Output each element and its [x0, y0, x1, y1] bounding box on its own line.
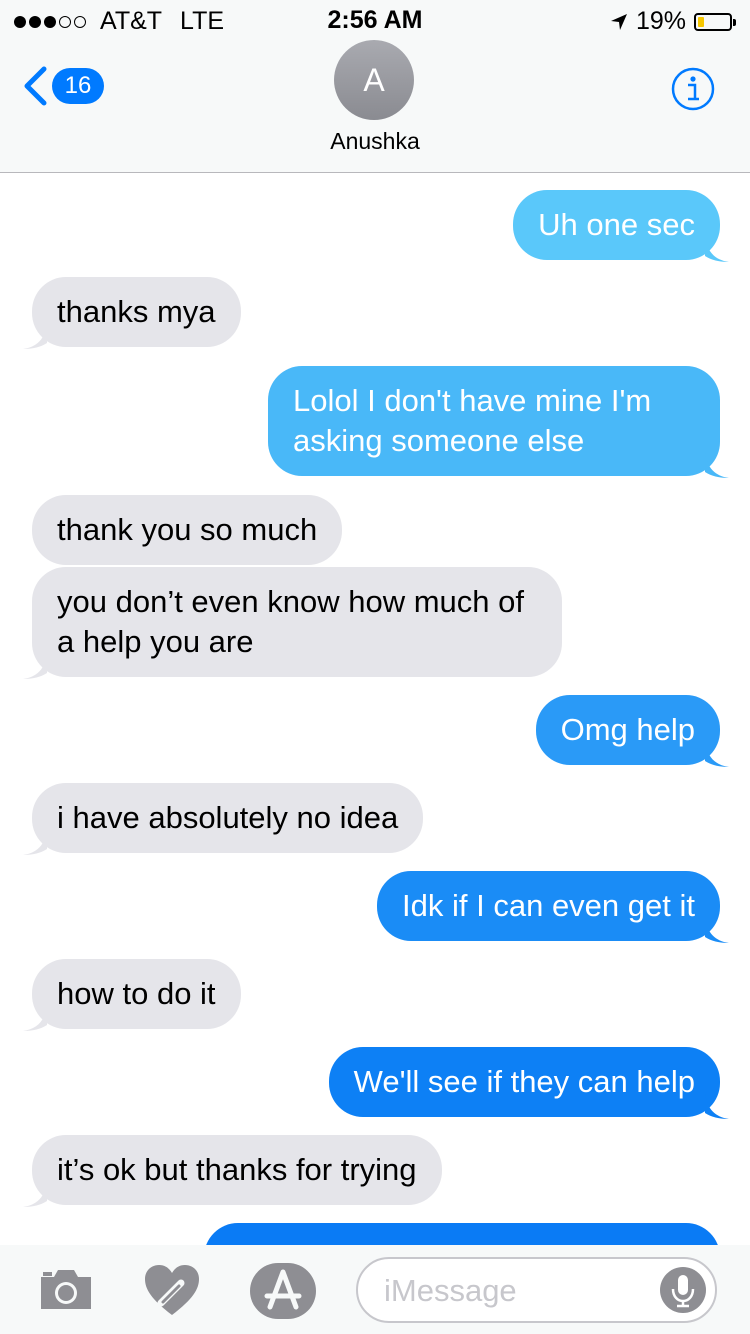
- bubble-tail: [23, 1181, 47, 1207]
- message-text: Omg help: [560, 712, 695, 747]
- message-bubble-incoming[interactable]: thank you so much: [32, 495, 343, 565]
- status-right: 19%: [610, 7, 736, 36]
- bubble-tail: [23, 653, 47, 679]
- message-text: you don’t even know how much of a help y…: [57, 584, 524, 659]
- location-arrow-icon: [610, 13, 627, 30]
- message-bubble-incoming[interactable]: it’s ok but thanks for trying: [23, 1135, 442, 1207]
- message-bubble-outgoing-partial[interactable]: [204, 1223, 720, 1245]
- message-text: Idk if I can even get it: [402, 888, 695, 923]
- battery-icon: [694, 12, 736, 31]
- bubble-tail: [23, 323, 47, 349]
- conversation-header: 16 A Anushka: [0, 40, 750, 173]
- message-bubble-incoming[interactable]: i have absolutely no idea: [23, 783, 424, 855]
- contact-name[interactable]: Anushka: [0, 128, 750, 155]
- message-text: Lolol I don't have mine I'm asking someo…: [293, 383, 652, 458]
- contact-avatar[interactable]: A: [334, 40, 414, 120]
- message-thread[interactable]: Uh one sec thanks mya Lolol I don't have…: [0, 173, 750, 1245]
- message-text: thank you so much: [57, 512, 318, 547]
- back-button[interactable]: 16: [22, 66, 104, 106]
- message-text: it’s ok but thanks for trying: [57, 1152, 417, 1187]
- unread-count-badge: 16: [52, 68, 104, 104]
- message-bubble-incoming[interactable]: you don’t even know how much of a help y…: [23, 567, 562, 679]
- message-text: i have absolutely no idea: [57, 800, 399, 835]
- bubble-tail: [705, 452, 729, 478]
- message-input[interactable]: iMessage: [356, 1257, 717, 1323]
- microphone-icon: [671, 1275, 695, 1308]
- camera-icon[interactable]: [37, 1267, 95, 1311]
- compose-bar: iMessage: [0, 1245, 750, 1334]
- message-text: thanks mya: [57, 294, 216, 329]
- bubble-tail: [705, 917, 729, 943]
- bubble-tail: [705, 1093, 729, 1119]
- message-bubble-incoming[interactable]: how to do it: [23, 959, 241, 1031]
- message-bubble-outgoing[interactable]: We'll see if they can help: [328, 1047, 729, 1119]
- message-text: Uh one sec: [538, 207, 695, 242]
- message-bubble-outgoing[interactable]: Omg help: [535, 695, 729, 767]
- info-icon[interactable]: [670, 66, 716, 112]
- bubble-tail: [23, 829, 47, 855]
- message-text: how to do it: [57, 976, 216, 1011]
- status-bar: AT&T LTE 2:56 AM 19%: [0, 0, 750, 40]
- app-store-icon[interactable]: [250, 1263, 316, 1319]
- message-bubble-incoming[interactable]: thanks mya: [23, 277, 241, 349]
- bubble-tail: [705, 741, 729, 767]
- battery-percent: 19%: [635, 7, 686, 35]
- bubble-tail: [23, 1005, 47, 1031]
- message-bubble-outgoing[interactable]: Uh one sec: [513, 190, 729, 262]
- message-input-placeholder: iMessage: [384, 1273, 517, 1308]
- chevron-left-icon: [24, 66, 47, 106]
- dictation-button[interactable]: [660, 1267, 706, 1313]
- digital-touch-heart-icon[interactable]: [143, 1263, 201, 1317]
- message-text: We'll see if they can help: [353, 1064, 695, 1099]
- message-bubble-outgoing[interactable]: Lolol I don't have mine I'm asking someo…: [268, 366, 729, 478]
- message-bubble-outgoing[interactable]: Idk if I can even get it: [377, 871, 729, 943]
- bubble-tail: [705, 236, 729, 262]
